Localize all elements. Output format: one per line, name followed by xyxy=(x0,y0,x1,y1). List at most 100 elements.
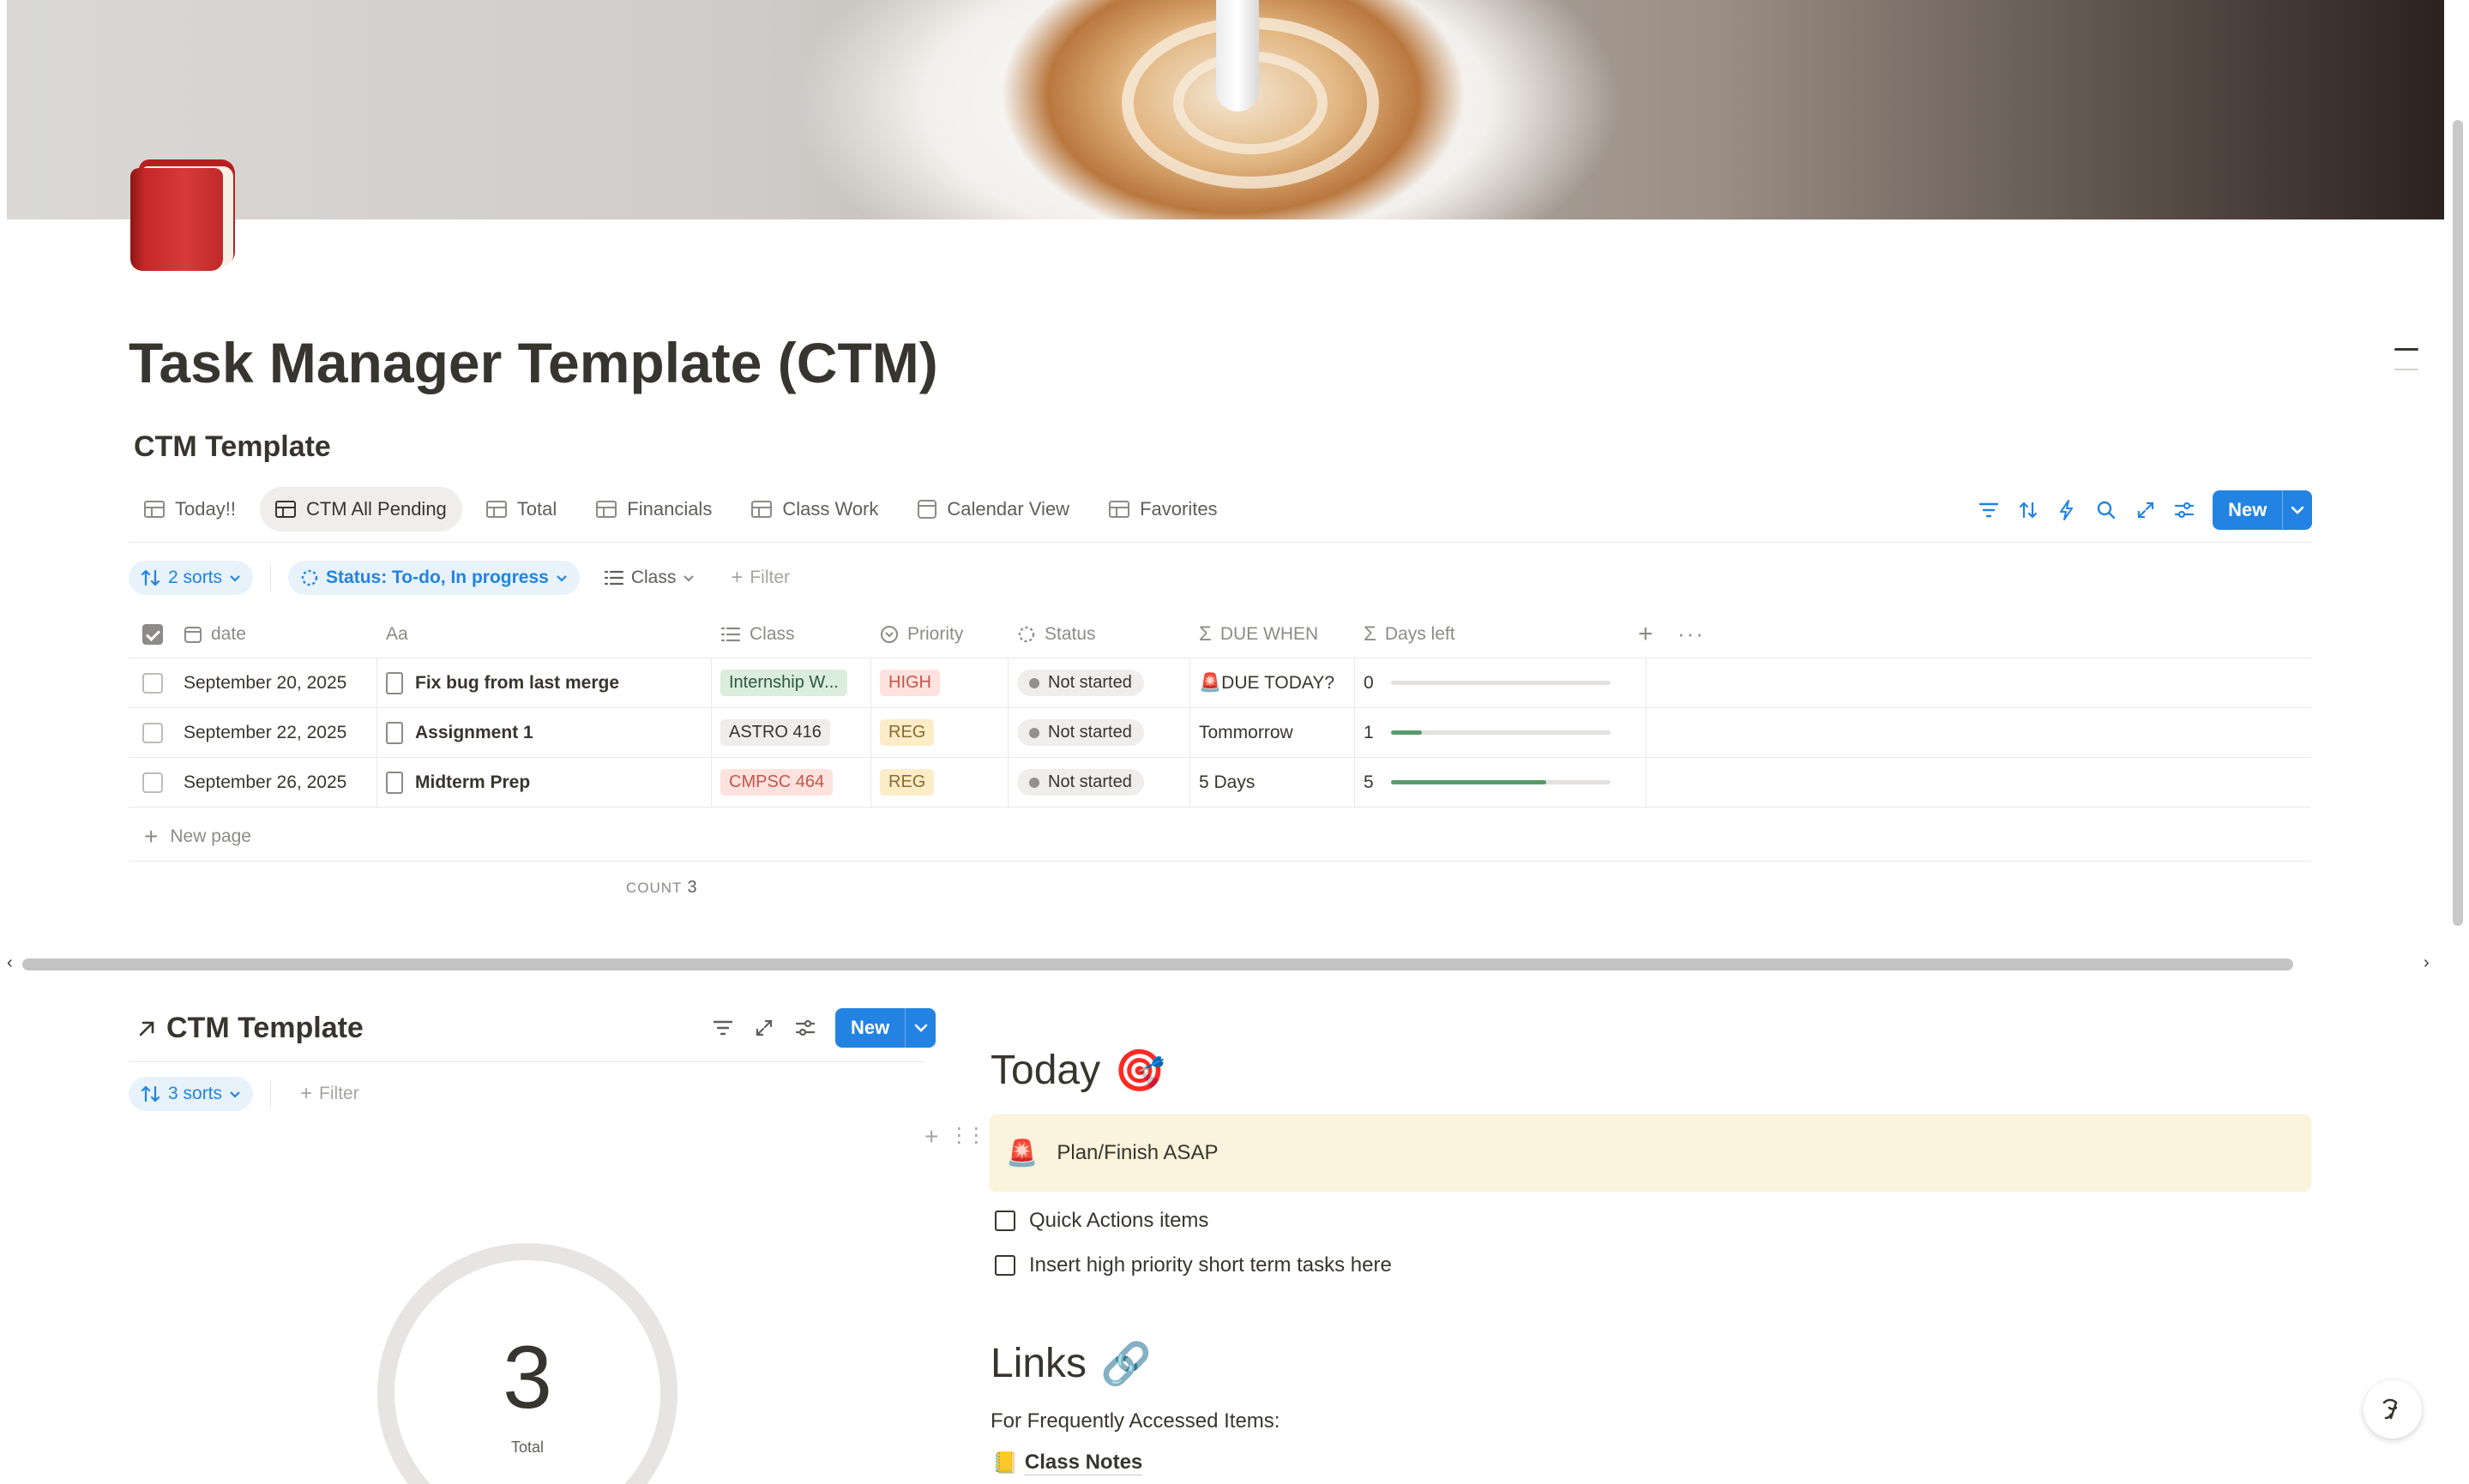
expand-icon[interactable] xyxy=(753,1017,775,1039)
status-filter-pill[interactable]: Status: To-do, In progress xyxy=(288,561,580,595)
add-filter-button[interactable]: + Filter xyxy=(288,1077,371,1111)
priority-cell[interactable]: REG xyxy=(880,708,1009,757)
filter-icon[interactable] xyxy=(1978,499,2000,521)
class-cell[interactable]: CMPSC 464 xyxy=(720,758,871,807)
expand-icon[interactable] xyxy=(2135,499,2157,521)
column-header-class[interactable]: Class xyxy=(720,610,795,658)
row-checkbox[interactable] xyxy=(142,758,163,807)
date-cell[interactable]: September 20, 2025 xyxy=(184,658,377,707)
add-filter-button[interactable]: + Filter xyxy=(719,561,802,595)
vertical-scrollbar[interactable] xyxy=(2453,120,2463,926)
tab-financials[interactable]: Financials xyxy=(581,487,727,532)
table-icon xyxy=(485,501,507,518)
column-header-due-when[interactable]: Σ DUE WHEN xyxy=(1199,610,1318,658)
tab-favorites[interactable]: Favorites xyxy=(1093,487,1232,532)
todo-item[interactable]: Insert high priority short term tasks he… xyxy=(995,1253,1392,1277)
table-of-contents-icon[interactable] xyxy=(2394,348,2418,351)
new-button[interactable]: New xyxy=(835,1008,936,1048)
title-cell[interactable]: Assignment 1 xyxy=(386,708,712,757)
search-icon[interactable] xyxy=(2095,499,2117,521)
tab-calendar-view[interactable]: Calendar View xyxy=(902,487,1085,532)
date-cell[interactable]: September 26, 2025 xyxy=(184,758,377,807)
sorts-pill[interactable]: 3 sorts xyxy=(129,1077,254,1111)
todo-text[interactable]: Insert high priority short term tasks he… xyxy=(1029,1253,1392,1277)
book-icon[interactable] xyxy=(130,159,237,271)
column-header-title[interactable]: Aa xyxy=(386,610,408,658)
column-header-priority[interactable]: Priority xyxy=(880,610,963,658)
status-cell[interactable]: Not started xyxy=(1017,708,1190,757)
lightning-icon[interactable] xyxy=(2056,499,2078,521)
status-cell[interactable]: Not started xyxy=(1017,658,1190,707)
class-cell[interactable]: Internship W... xyxy=(720,658,871,707)
linked-database-divider xyxy=(129,1061,924,1062)
settings-icon[interactable] xyxy=(794,1017,816,1039)
tab-ctm-all-pending[interactable]: CTM All Pending xyxy=(259,487,462,532)
days-left-value: 5 xyxy=(1364,772,1374,792)
chevron-down-icon[interactable] xyxy=(2282,490,2312,530)
title-cell[interactable]: Fix bug from last merge xyxy=(386,658,712,707)
tab-class-work[interactable]: Class Work xyxy=(736,487,894,532)
column-header-date[interactable]: date xyxy=(184,610,246,658)
due-when-cell[interactable]: Tommorrow xyxy=(1199,708,1355,757)
todo-text[interactable]: Quick Actions items xyxy=(1029,1209,1208,1233)
page-title[interactable]: Task Manager Template (CTM) xyxy=(129,330,938,395)
row-checkbox[interactable] xyxy=(142,658,163,707)
ai-assistant-button[interactable] xyxy=(2364,1380,2422,1439)
row-checkbox[interactable] xyxy=(142,708,163,757)
class-cell[interactable]: ASTRO 416 xyxy=(720,708,871,757)
new-page-button[interactable]: + New page xyxy=(144,823,251,850)
todo-checkbox[interactable] xyxy=(995,1255,1015,1276)
tab-today[interactable]: Today!! xyxy=(129,487,251,532)
tab-total[interactable]: Total xyxy=(471,487,572,532)
database-title[interactable]: CTM Template xyxy=(134,430,331,464)
days-left-cell[interactable]: 1 xyxy=(1364,708,1647,757)
table-row[interactable]: September 20, 2025 Fix bug from last mer… xyxy=(129,658,2311,708)
asap-callout[interactable]: 🚨 Plan/Finish ASAP xyxy=(989,1115,2311,1192)
days-left-cell[interactable]: 0 xyxy=(1364,658,1647,707)
add-column-plus-icon[interactable]: + xyxy=(1638,610,1653,658)
todo-item[interactable]: Quick Actions items xyxy=(995,1209,1208,1233)
class-notes-link[interactable]: 📒 Class Notes xyxy=(992,1451,1143,1475)
sorts-pill[interactable]: 2 sorts xyxy=(129,561,254,595)
more-options-icon[interactable]: ··· xyxy=(1677,610,1705,658)
filter-icon[interactable] xyxy=(712,1017,734,1039)
column-header-status[interactable]: Status xyxy=(1017,610,1096,658)
horizontal-scrollbar[interactable] xyxy=(22,958,2293,970)
scroll-right-icon[interactable]: › xyxy=(2424,953,2430,973)
due-when-cell[interactable]: 🚨DUE TODAY? xyxy=(1199,658,1355,707)
today-heading[interactable]: Today 🎯 xyxy=(991,1046,1165,1095)
table-row[interactable]: September 26, 2025 Midterm Prep CMPSC 46… xyxy=(129,758,2311,808)
status-badge: Not started xyxy=(1017,670,1144,696)
links-heading-text: Links xyxy=(991,1341,1087,1386)
todo-checkbox[interactable] xyxy=(995,1211,1015,1231)
column-header-days-left[interactable]: Σ Days left xyxy=(1364,610,1455,658)
task-title[interactable]: Assignment 1 xyxy=(415,723,533,743)
drag-handle-icon[interactable]: ⋮⋮ xyxy=(948,1123,986,1151)
class-filter-pill[interactable]: Class xyxy=(592,561,708,595)
select-all-checkbox[interactable] xyxy=(142,610,163,658)
table-icon xyxy=(274,501,296,518)
chevron-down-icon[interactable] xyxy=(905,1008,936,1048)
block-handle[interactable]: + ⋮⋮ xyxy=(924,1123,986,1151)
column-label: date xyxy=(211,623,246,644)
task-title[interactable]: Midterm Prep xyxy=(415,772,530,793)
priority-cell[interactable]: HIGH xyxy=(880,658,1009,707)
scroll-left-icon[interactable]: ‹ xyxy=(7,953,13,973)
date-cell[interactable]: September 22, 2025 xyxy=(184,708,377,757)
plus-icon[interactable]: + xyxy=(924,1123,938,1151)
priority-cell[interactable]: REG xyxy=(880,758,1009,807)
task-title[interactable]: Fix bug from last merge xyxy=(415,673,619,694)
table-row[interactable]: September 22, 2025 Assignment 1 ASTRO 41… xyxy=(129,708,2311,758)
linked-database-title[interactable]: CTM Template xyxy=(135,1012,364,1045)
due-when-cell[interactable]: 5 Days xyxy=(1199,758,1355,807)
links-intro[interactable]: For Frequently Accessed Items: xyxy=(991,1409,1280,1433)
new-button[interactable]: New xyxy=(2213,490,2312,530)
count-summary[interactable]: COUNT 3 xyxy=(626,878,697,898)
priority-tag: REG xyxy=(880,769,935,796)
links-heading[interactable]: Links 🔗 xyxy=(991,1339,1152,1388)
days-left-cell[interactable]: 5 xyxy=(1364,758,1647,807)
title-cell[interactable]: Midterm Prep xyxy=(386,758,712,807)
sort-icon[interactable] xyxy=(2017,499,2039,521)
settings-icon[interactable] xyxy=(2173,499,2195,521)
status-cell[interactable]: Not started xyxy=(1017,758,1190,807)
